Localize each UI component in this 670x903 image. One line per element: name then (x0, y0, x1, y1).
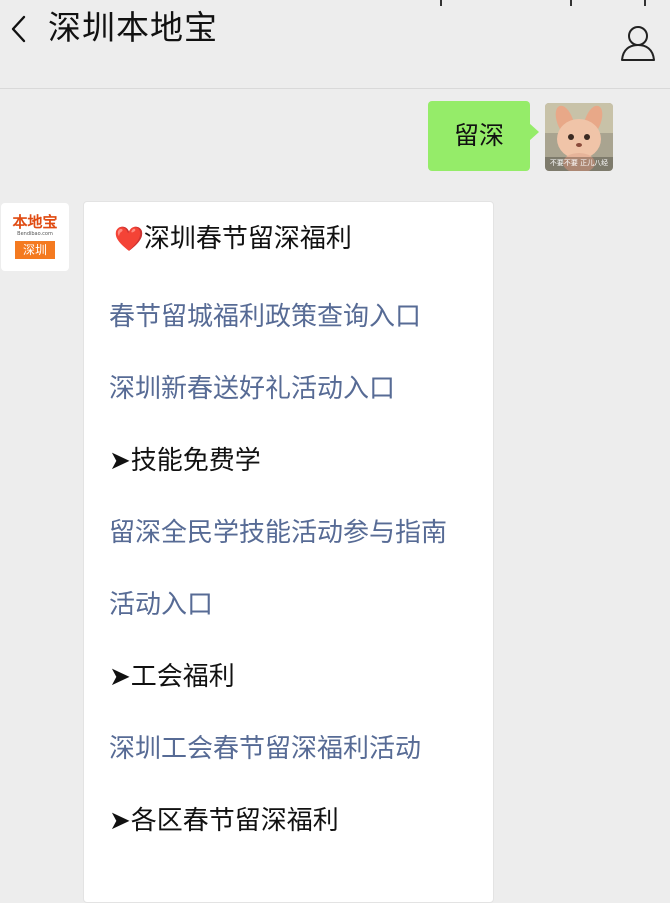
card-section-union: ➤工会福利 (109, 662, 235, 692)
card-heading: ❤️深圳春节留深福利 (114, 222, 352, 256)
card-link-new-year-gift[interactable]: 深圳新春送好礼活动入口 (109, 372, 395, 406)
avatar-caption: 不要不要 正儿八经 (549, 159, 609, 167)
card-link-union-activity[interactable]: 深圳工会春节留深福利活动 (109, 732, 421, 766)
chat-title: 深圳本地宝 (48, 8, 218, 47)
bendibao-logo-url: Bendibao.com (17, 231, 53, 237)
message-card: ❤️深圳春节留深福利 春节留城福利政策查询入口 深圳新春送好礼活动入口 ➤技能免… (83, 201, 494, 903)
status-bar-mark (440, 0, 442, 6)
heart-icon: ❤️ (114, 225, 144, 253)
my-avatar[interactable]: 不要不要 正儿八经 (545, 103, 613, 171)
card-section-districts: ➤各区春节留深福利 (109, 806, 339, 836)
card-link-policy-query[interactable]: 春节留城福利政策查询入口 (109, 300, 421, 334)
outgoing-message-bubble[interactable]: 留深 (427, 101, 540, 171)
card-section-skills: ➤技能免费学 (109, 446, 261, 476)
status-bar-mark (570, 0, 572, 6)
chat-header: 深圳本地宝 (0, 0, 670, 89)
card-link-activity-entry[interactable]: 活动入口 (109, 588, 213, 622)
person-icon[interactable] (620, 24, 656, 62)
status-bar-mark (644, 0, 646, 6)
card-link-skills-guide[interactable]: 留深全民学技能活动参与指南 (109, 516, 447, 550)
bendibao-avatar[interactable]: 本地宝 Bendibao.com 深圳 (1, 203, 69, 271)
card-heading-text: 深圳春节留深福利 (143, 224, 352, 254)
bendibao-logo-city: 深圳 (15, 241, 55, 259)
bendibao-logo-text: 本地宝 (12, 213, 58, 231)
outgoing-message-text: 留深 (453, 121, 504, 150)
chevron-left-icon[interactable] (6, 12, 36, 46)
